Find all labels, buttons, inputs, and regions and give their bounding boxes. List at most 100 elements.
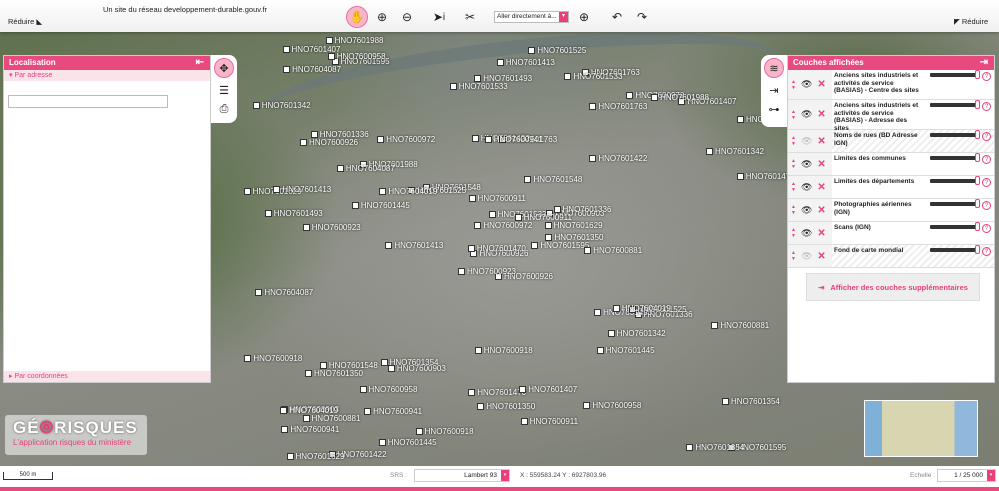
site-marker[interactable] (589, 103, 597, 111)
site-marker[interactable] (385, 242, 393, 250)
remove-icon[interactable]: ✕ (817, 136, 825, 147)
reorder-arrows-icon[interactable]: ▲ ▼ (791, 204, 796, 216)
site-marker[interactable] (364, 408, 372, 416)
site-marker[interactable] (282, 45, 290, 53)
site-marker[interactable] (474, 347, 482, 355)
slider-handle[interactable] (975, 70, 980, 79)
help-icon[interactable]: ? (982, 132, 991, 141)
site-marker[interactable] (651, 94, 659, 102)
site-marker[interactable] (471, 134, 479, 142)
site-marker[interactable] (458, 268, 465, 276)
zoom-in-icon[interactable]: ⊕ (373, 8, 391, 26)
site-marker[interactable] (283, 65, 291, 73)
reorder-arrows-icon[interactable]: ▲ ▼ (791, 250, 796, 262)
eye-hidden-icon[interactable]: 👁 (801, 251, 812, 262)
print-icon[interactable]: ⎙ (220, 103, 229, 116)
remove-icon[interactable]: ✕ (817, 228, 825, 239)
remove-icon[interactable]: ✕ (817, 251, 825, 262)
zoom-out-icon[interactable]: ⊖ (398, 8, 416, 26)
site-marker[interactable] (378, 438, 386, 446)
site-marker[interactable] (359, 385, 367, 393)
eye-hidden-icon[interactable]: 👁 (801, 136, 812, 147)
remove-icon[interactable]: ✕ (817, 205, 825, 216)
opacity-slider[interactable] (930, 199, 980, 208)
site-marker[interactable] (351, 202, 359, 210)
site-marker[interactable] (319, 361, 327, 369)
eye-icon[interactable]: 👁 (801, 228, 812, 239)
site-marker[interactable] (281, 426, 289, 434)
help-icon[interactable]: ? (982, 72, 991, 81)
address-input[interactable] (8, 95, 168, 108)
reorder-arrows-icon[interactable]: ▲ ▼ (791, 109, 796, 121)
site-marker[interactable] (286, 453, 294, 461)
slider-handle[interactable] (975, 153, 980, 162)
reorder-arrows-icon[interactable]: ▲ ▼ (791, 227, 796, 239)
site-marker[interactable] (736, 116, 744, 124)
add-layer-icon[interactable]: ⇥ (769, 84, 778, 97)
help-icon[interactable]: ? (982, 224, 991, 233)
opacity-slider[interactable] (930, 153, 980, 162)
site-marker[interactable] (520, 417, 528, 425)
remove-icon[interactable]: ✕ (817, 79, 825, 90)
opacity-slider[interactable] (930, 100, 980, 109)
eye-icon[interactable]: 👁 (801, 159, 812, 170)
slider-handle[interactable] (975, 176, 980, 185)
opacity-slider[interactable] (930, 70, 980, 79)
site-marker[interactable] (721, 398, 729, 406)
site-marker[interactable] (467, 245, 475, 253)
eye-icon[interactable]: 👁 (801, 182, 812, 193)
goto-select[interactable]: Aller directement à... ▾ (494, 11, 569, 23)
globe-icon[interactable]: ⊕ (575, 8, 593, 26)
reorder-arrows-icon[interactable]: ▲ ▼ (791, 135, 796, 147)
info-icon[interactable]: ➤ i (430, 8, 448, 26)
pan-icon[interactable]: ✋ (346, 6, 368, 28)
site-marker[interactable] (544, 222, 552, 230)
site-link[interactable]: Un site du réseau developpement-durable.… (103, 5, 267, 14)
eye-icon[interactable]: 👁 (801, 79, 812, 90)
by-coordinates-toggle[interactable]: ▸ Par coordonnées (4, 371, 210, 382)
scale-select[interactable]: 1 / 25 000 ▾ (937, 469, 996, 482)
site-marker[interactable] (264, 210, 272, 218)
slider-handle[interactable] (975, 100, 980, 109)
help-icon[interactable]: ? (982, 178, 991, 187)
site-marker[interactable] (589, 154, 597, 162)
site-marker[interactable] (336, 164, 344, 172)
remove-icon[interactable]: ✕ (817, 109, 825, 120)
site-marker[interactable] (596, 346, 604, 354)
site-marker[interactable] (377, 136, 385, 144)
site-marker[interactable] (380, 358, 388, 366)
site-marker[interactable] (415, 427, 423, 435)
help-icon[interactable]: ? (982, 102, 991, 111)
reorder-arrows-icon[interactable]: ▲ ▼ (791, 181, 796, 193)
opacity-slider[interactable] (930, 222, 980, 231)
help-icon[interactable]: ? (982, 155, 991, 164)
move-icon[interactable]: ✥ (214, 58, 234, 78)
site-marker[interactable] (244, 354, 252, 362)
site-marker[interactable] (607, 330, 615, 338)
reduce-right-button[interactable]: ◤ Réduire (954, 17, 988, 26)
site-marker[interactable] (379, 187, 387, 195)
reduce-left-button[interactable]: Réduire ◣ (8, 17, 42, 26)
site-marker[interactable] (519, 385, 527, 393)
tree-icon[interactable]: ⊶ (769, 103, 780, 116)
site-marker[interactable] (594, 308, 602, 316)
site-marker[interactable] (305, 370, 313, 378)
site-marker[interactable] (514, 214, 522, 222)
slider-handle[interactable] (975, 130, 980, 139)
slider-handle[interactable] (975, 245, 980, 254)
site-marker[interactable] (310, 131, 318, 139)
site-marker[interactable] (626, 92, 634, 100)
site-marker[interactable] (477, 403, 485, 411)
site-marker[interactable] (484, 136, 492, 144)
eye-icon[interactable]: 👁 (801, 205, 812, 216)
srs-select[interactable]: Lambert 93 ▾ (414, 469, 510, 482)
site-marker[interactable] (255, 289, 263, 297)
by-address-toggle[interactable]: ▾ Par adresse (4, 70, 210, 81)
site-marker[interactable] (280, 407, 288, 415)
site-marker[interactable] (468, 389, 476, 397)
site-marker[interactable] (545, 234, 553, 241)
site-marker[interactable] (736, 173, 744, 181)
more-layers-button[interactable]: ⇥ Afficher des couches supplémentaires (806, 273, 980, 301)
site-marker[interactable] (531, 241, 539, 249)
site-marker[interactable] (584, 246, 592, 254)
